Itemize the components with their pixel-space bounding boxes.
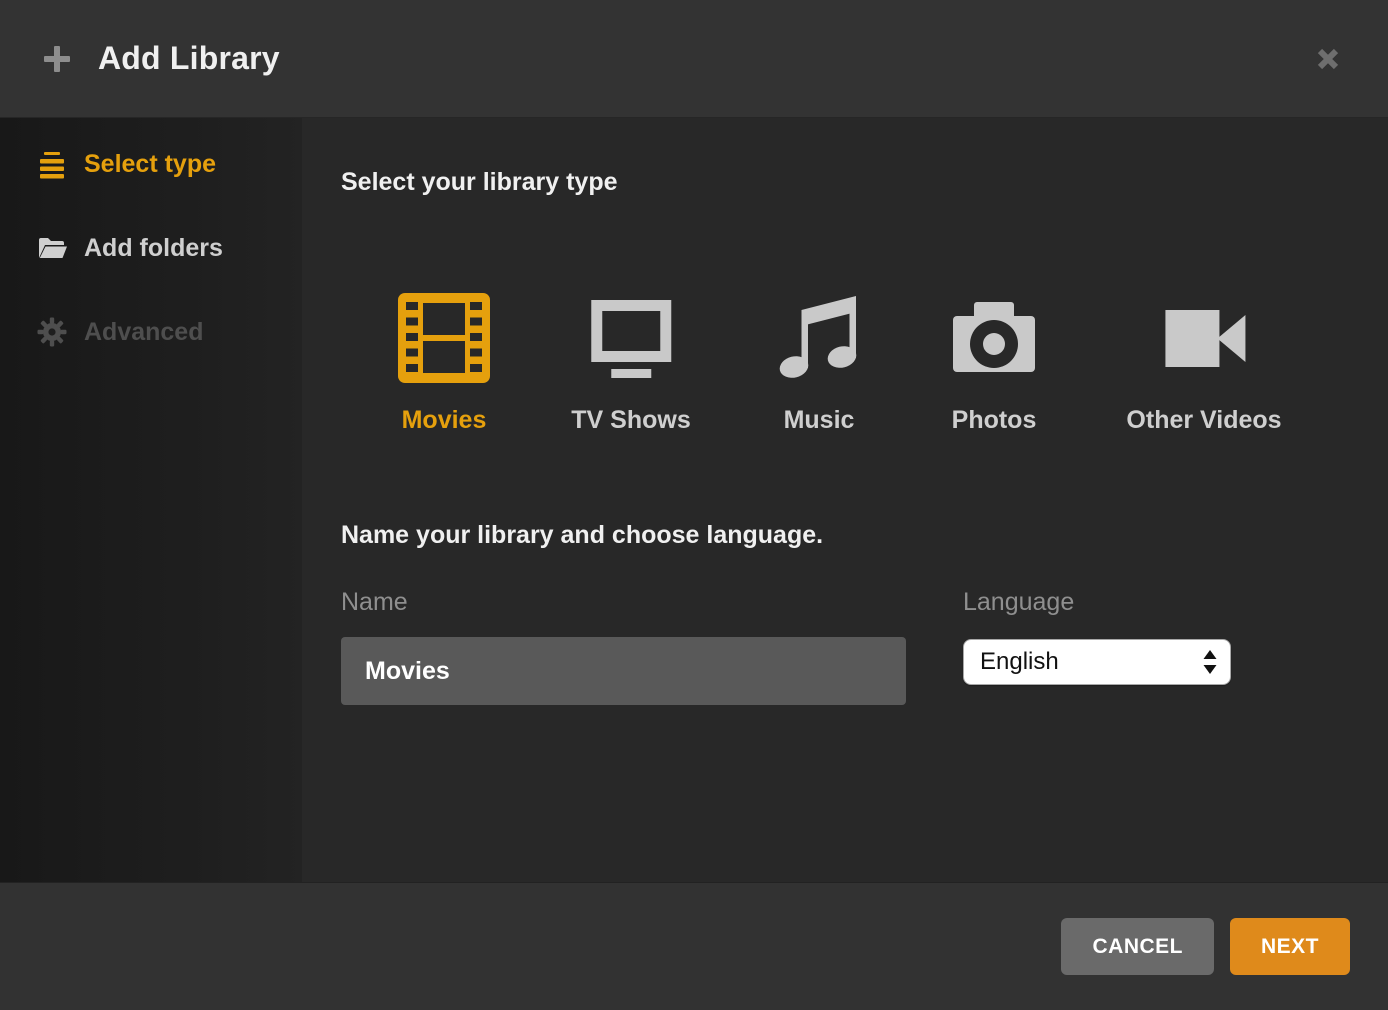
library-name-input[interactable]: [341, 637, 906, 705]
sidebar-item-label: Select type: [84, 150, 216, 179]
library-type-label: TV Shows: [571, 406, 690, 435]
close-button[interactable]: [1308, 39, 1348, 79]
close-icon: [1313, 44, 1343, 74]
language-select[interactable]: English: [963, 639, 1231, 685]
library-type-movies[interactable]: Movies: [396, 290, 492, 435]
language-field-label: Language: [963, 588, 1074, 617]
step-content: Select your library type: [302, 118, 1388, 882]
sidebar-item-label: Advanced: [84, 318, 203, 347]
library-type-label: Other Videos: [1126, 406, 1281, 435]
folder-open-icon: [36, 232, 68, 264]
library-type-label: Photos: [952, 406, 1037, 435]
sidebar-item-select-type[interactable]: Select type: [36, 140, 302, 188]
sidebar-item-add-folders[interactable]: Add folders: [36, 224, 302, 272]
select-stepper-icon: [1202, 649, 1218, 675]
sidebar-item-label: Add folders: [84, 234, 223, 263]
wizard-steps-sidebar: Select type Add folders: [0, 118, 302, 882]
film-strip-icon: [396, 290, 492, 386]
library-type-label: Music: [784, 406, 855, 435]
camera-icon: [946, 290, 1042, 386]
video-camera-icon: [1156, 290, 1252, 386]
music-note-icon: [771, 290, 867, 386]
library-type-music[interactable]: Music: [771, 290, 867, 435]
library-type-photos[interactable]: Photos: [946, 290, 1042, 435]
tv-icon: [583, 290, 679, 386]
dialog-header: Add Library: [0, 0, 1388, 118]
cancel-button[interactable]: CANCEL: [1061, 918, 1214, 975]
dialog-body: Select type Add folders: [0, 118, 1388, 882]
add-library-dialog: Add Library Select type: [0, 0, 1388, 1010]
name-section-title: Name your library and choose language.: [341, 521, 823, 550]
gear-icon: [36, 316, 68, 348]
name-field-label: Name: [341, 588, 408, 617]
plus-icon: [40, 42, 74, 76]
sidebar-item-advanced: Advanced: [36, 308, 302, 356]
library-type-label: Movies: [402, 406, 487, 435]
library-type-other-videos[interactable]: Other Videos: [1126, 290, 1281, 435]
list-lines-icon: [36, 148, 68, 180]
dialog-title: Add Library: [98, 40, 280, 77]
language-select-value: English: [980, 648, 1202, 676]
library-type-section-title: Select your library type: [341, 168, 618, 197]
dialog-footer: CANCEL NEXT: [0, 882, 1388, 1010]
next-button[interactable]: NEXT: [1230, 918, 1350, 975]
library-type-tv-shows[interactable]: TV Shows: [571, 290, 690, 435]
